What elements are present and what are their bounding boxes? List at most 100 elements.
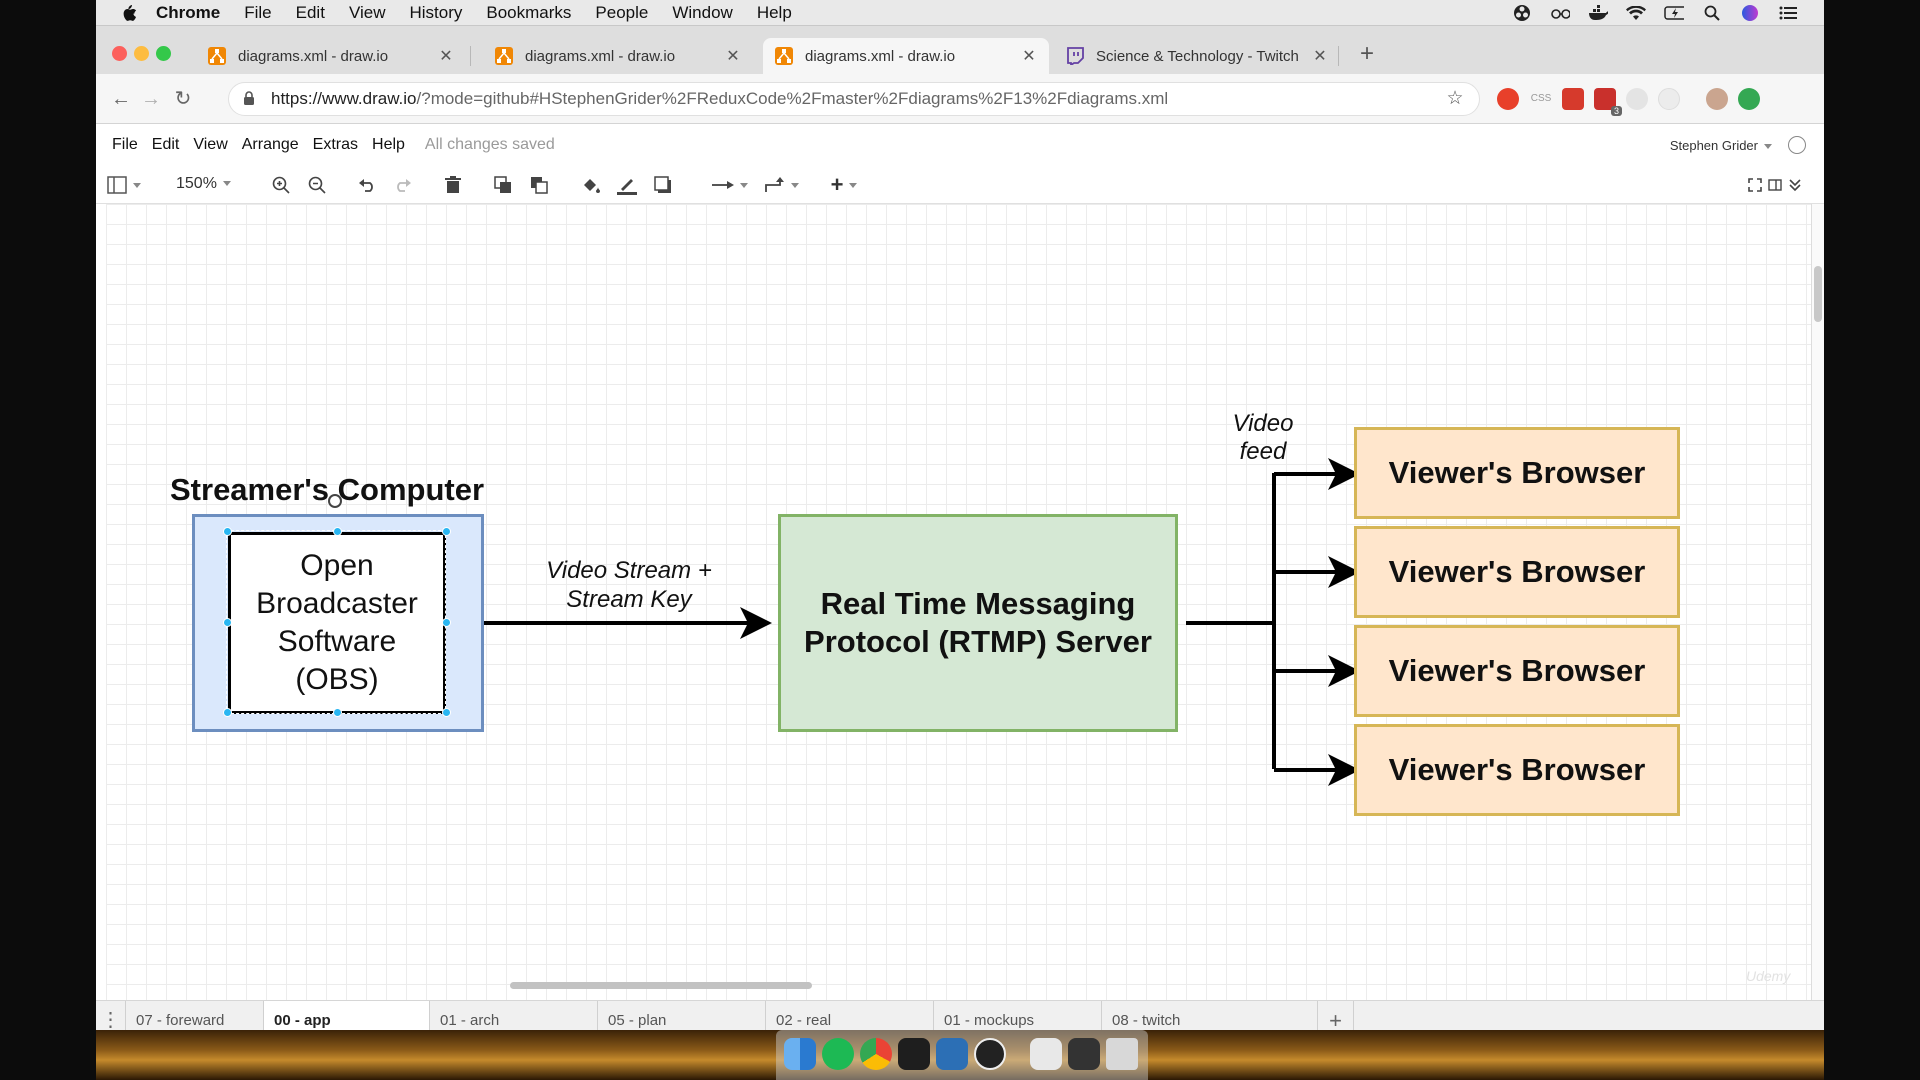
to-front-icon[interactable] xyxy=(492,174,514,196)
vertical-scroll-thumb[interactable] xyxy=(1814,266,1822,322)
extension-icon[interactable] xyxy=(1626,88,1648,110)
resize-handle[interactable] xyxy=(333,527,342,536)
new-tab-button[interactable]: + xyxy=(1354,42,1380,68)
resize-handle[interactable] xyxy=(223,708,232,717)
resize-handle[interactable] xyxy=(442,708,451,717)
fill-color-icon[interactable] xyxy=(580,174,602,196)
language-globe-icon[interactable] xyxy=(1788,136,1806,154)
mac-menu-file[interactable]: File xyxy=(244,3,271,23)
browser-tab-3-active[interactable]: diagrams.xml - draw.io ✕ xyxy=(763,38,1049,74)
zoom-out-icon[interactable] xyxy=(306,174,328,196)
mac-menu-window[interactable]: Window xyxy=(672,3,732,23)
viewer-browser-node[interactable]: Viewer's Browser xyxy=(1354,427,1680,519)
back-arrow-icon[interactable]: ← xyxy=(110,88,132,110)
resize-handle[interactable] xyxy=(223,527,232,536)
close-tab-icon[interactable]: ✕ xyxy=(725,46,741,66)
diagram-canvas[interactable]: Streamer's Computer Open Broadcaster Sof… xyxy=(106,204,1812,1000)
siri-icon[interactable] xyxy=(1740,3,1760,23)
resize-handle[interactable] xyxy=(333,708,342,717)
bookmark-star-icon[interactable]: ☆ xyxy=(1445,89,1465,109)
drawio-menu-extras[interactable]: Extras xyxy=(313,136,358,154)
mac-menu-view[interactable]: View xyxy=(349,3,386,23)
screen-icon[interactable] xyxy=(1068,1038,1100,1070)
horizontal-scroll-thumb[interactable] xyxy=(510,982,812,989)
mac-menu-help[interactable]: Help xyxy=(757,3,792,23)
spotlight-search-icon[interactable] xyxy=(1702,3,1722,23)
format-panel-icon[interactable] xyxy=(1766,174,1784,196)
finder-icon[interactable] xyxy=(784,1038,816,1070)
vertical-scrollbar[interactable] xyxy=(1812,204,1824,1000)
terminal-icon[interactable] xyxy=(898,1038,930,1070)
zoom-window-button[interactable] xyxy=(156,46,171,61)
address-bar[interactable]: https://www.draw.io/?mode=github#HStephe… xyxy=(228,82,1480,116)
minimize-window-button[interactable] xyxy=(134,46,149,61)
user-menu[interactable]: Stephen Grider xyxy=(1670,138,1772,153)
streamer-computer-title[interactable]: Streamer's Computer xyxy=(170,472,530,508)
mac-menu-chrome[interactable]: Chrome xyxy=(156,3,220,23)
resize-handle[interactable] xyxy=(442,618,451,627)
obs-app-icon[interactable] xyxy=(974,1038,1006,1070)
mac-menu-edit[interactable]: Edit xyxy=(296,3,325,23)
undo-icon[interactable] xyxy=(356,174,378,196)
glasses-icon[interactable] xyxy=(1550,3,1570,23)
delete-icon[interactable] xyxy=(442,174,464,196)
zoom-level-dropdown[interactable]: 150% xyxy=(176,175,231,193)
video-feed-label[interactable]: Video feed xyxy=(1218,410,1308,466)
forward-arrow-icon[interactable]: → xyxy=(140,88,162,110)
fullscreen-icon[interactable] xyxy=(1746,174,1764,196)
waypoints-icon[interactable] xyxy=(762,174,802,196)
collapse-chevron-icon[interactable] xyxy=(1786,174,1804,196)
docker-icon[interactable] xyxy=(1588,3,1608,23)
resize-handle[interactable] xyxy=(223,618,232,627)
vscode-icon[interactable] xyxy=(936,1038,968,1070)
connection-style-icon[interactable] xyxy=(710,174,750,196)
profile-avatar[interactable] xyxy=(1706,88,1728,110)
apple-icon[interactable] xyxy=(118,2,140,24)
redo-icon[interactable] xyxy=(392,174,414,196)
insert-plus-icon[interactable]: + xyxy=(824,172,864,197)
viewer-browser-node[interactable]: Viewer's Browser xyxy=(1354,724,1680,816)
format-panel-toggle-icon[interactable] xyxy=(106,174,142,196)
drawio-menu-edit[interactable]: Edit xyxy=(152,136,180,154)
battery-icon[interactable] xyxy=(1664,3,1684,23)
css-extension-icon[interactable]: CSS xyxy=(1530,88,1552,110)
video-stream-edge-label[interactable]: Video Stream + Stream Key xyxy=(524,556,734,614)
chrome-icon[interactable] xyxy=(860,1038,892,1070)
reload-icon[interactable]: ↻ xyxy=(172,88,194,110)
notification-center-icon[interactable] xyxy=(1778,3,1798,23)
viewer-browser-node[interactable]: Viewer's Browser xyxy=(1354,526,1680,618)
browser-tab-2[interactable]: diagrams.xml - draw.io ✕ xyxy=(483,38,753,74)
zoom-in-icon[interactable] xyxy=(270,174,292,196)
close-tab-icon[interactable]: ✕ xyxy=(1021,46,1037,66)
close-tab-icon[interactable]: ✕ xyxy=(438,46,454,66)
mac-menu-people[interactable]: People xyxy=(595,3,648,23)
rotate-handle-icon[interactable] xyxy=(328,494,342,508)
viewer-browser-node[interactable]: Viewer's Browser xyxy=(1354,625,1680,717)
spotify-icon[interactable] xyxy=(822,1038,854,1070)
browser-tab-1[interactable]: diagrams.xml - draw.io ✕ xyxy=(196,38,466,74)
drawio-menu-help[interactable]: Help xyxy=(372,136,405,154)
extension-icon[interactable] xyxy=(1497,88,1519,110)
mac-menu-history[interactable]: History xyxy=(409,3,462,23)
drawio-menu-arrange[interactable]: Arrange xyxy=(242,136,299,154)
rtmp-server-node[interactable]: Real Time Messaging Protocol (RTMP) Serv… xyxy=(778,514,1178,732)
extension-icon[interactable] xyxy=(1738,88,1760,110)
line-color-icon[interactable] xyxy=(616,174,638,196)
ublock-extension-icon[interactable]: 3 xyxy=(1594,88,1622,116)
obs-node[interactable]: Open Broadcaster Software (OBS) xyxy=(228,532,446,714)
obs-status-icon[interactable] xyxy=(1512,3,1532,23)
wifi-icon[interactable] xyxy=(1626,3,1646,23)
to-back-icon[interactable] xyxy=(528,174,550,196)
drawio-menu-file[interactable]: File xyxy=(112,136,138,154)
document-icon[interactable] xyxy=(1030,1038,1062,1070)
browser-tab-4[interactable]: Science & Technology - Twitch ✕ xyxy=(1054,38,1340,74)
shadow-icon[interactable] xyxy=(652,174,674,196)
extension-icon[interactable] xyxy=(1562,88,1584,110)
resize-handle[interactable] xyxy=(442,527,451,536)
mac-menu-bookmarks[interactable]: Bookmarks xyxy=(486,3,571,23)
drawio-menu-view[interactable]: View xyxy=(193,136,227,154)
extension-icon[interactable] xyxy=(1658,88,1680,110)
close-window-button[interactable] xyxy=(112,46,127,61)
close-tab-icon[interactable]: ✕ xyxy=(1312,46,1328,66)
trash-icon[interactable] xyxy=(1106,1038,1138,1070)
